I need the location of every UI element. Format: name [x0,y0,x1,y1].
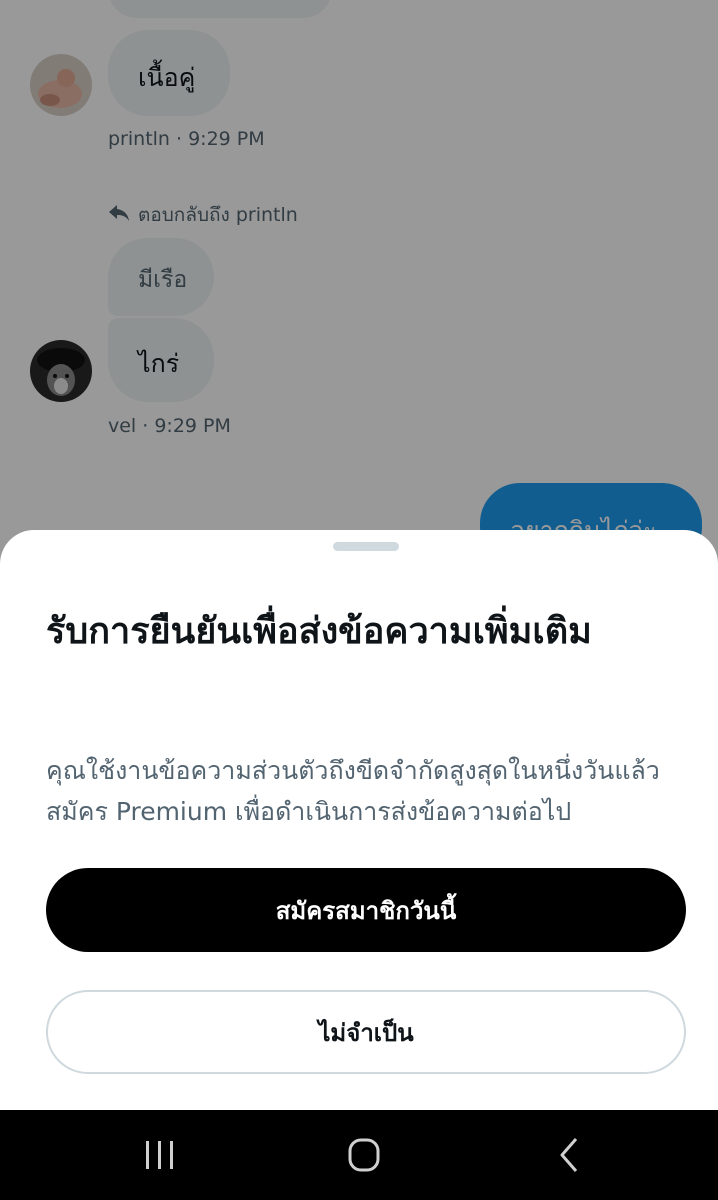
home-icon[interactable] [342,1135,386,1175]
back-icon[interactable] [548,1135,592,1175]
not-now-button[interactable]: ไม่จำเป็น [46,990,686,1074]
sheet-title: รับการยืนยันเพื่อส่งข้อความเพิ่มเติม [46,611,592,652]
sheet-drag-handle[interactable] [333,542,399,551]
system-navigation-bar [0,1110,718,1200]
premium-bottom-sheet: รับการยืนยันเพื่อส่งข้อความเพิ่มเติม คุณ… [0,530,718,1110]
subscribe-button[interactable]: สมัครสมาชิกวันนี้ [46,868,686,952]
recent-apps-icon[interactable] [138,1135,182,1175]
sheet-description: คุณใช้งานข้อความส่วนตัวถึงขีดจำกัดสูงสุด… [46,756,660,826]
